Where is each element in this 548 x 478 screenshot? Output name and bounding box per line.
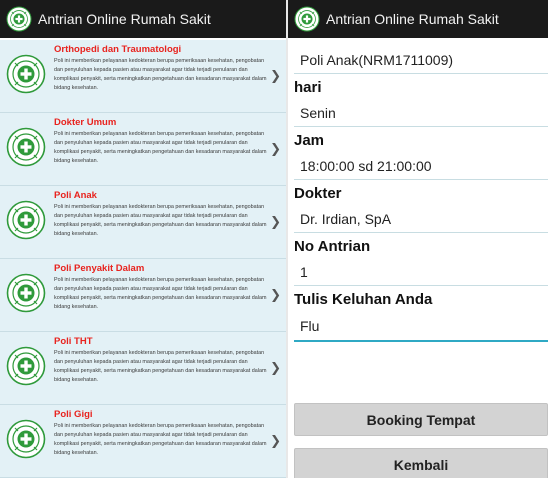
app-title: Antrian Online Rumah Sakit bbox=[38, 11, 211, 27]
poli-list: Orthopedi dan Traumatologi Poli ini memb… bbox=[0, 40, 286, 478]
poli-value: Poli Anak(NRM1711009) bbox=[294, 47, 548, 74]
chevron-right-icon: ❯ bbox=[270, 433, 281, 448]
keluhan-input[interactable]: Flu bbox=[294, 312, 548, 342]
hospital-logo-icon bbox=[6, 127, 46, 167]
booking-form-screen: Antrian Online Rumah Sakit Poli Anak(NRM… bbox=[288, 0, 548, 478]
poli-title: Poli THT bbox=[54, 336, 93, 347]
poli-list-item[interactable]: Poli Gigi Poli ini memberikan pelayanan … bbox=[0, 405, 286, 478]
dokter-value: Dr. Irdian, SpA bbox=[294, 206, 548, 233]
hospital-logo-icon bbox=[294, 6, 320, 32]
chevron-right-icon: ❯ bbox=[270, 214, 281, 229]
chevron-right-icon: ❯ bbox=[270, 360, 281, 375]
poli-title: Poli Anak bbox=[54, 190, 97, 201]
hospital-logo-icon bbox=[6, 273, 46, 313]
poli-title: Poli Gigi bbox=[54, 409, 93, 420]
kembali-button[interactable]: Kembali bbox=[294, 448, 548, 478]
poli-list-item[interactable]: Poli Anak Poli ini memberikan pelayanan … bbox=[0, 186, 286, 259]
chevron-right-icon: ❯ bbox=[270, 68, 281, 83]
hospital-logo-icon bbox=[6, 200, 46, 240]
hari-label: hari bbox=[294, 78, 322, 96]
booking-form: Poli Anak(NRM1711009) hari Senin Jam 18:… bbox=[288, 47, 548, 342]
app-bar: Antrian Online Rumah Sakit bbox=[0, 0, 286, 38]
chevron-right-icon: ❯ bbox=[270, 141, 281, 156]
chevron-right-icon: ❯ bbox=[270, 287, 281, 302]
poli-description: Poli ini memberikan pelayanan kedokteran… bbox=[54, 350, 267, 383]
poli-title: Dokter Umum bbox=[54, 117, 117, 128]
poli-description: Poli ini memberikan pelayanan kedokteran… bbox=[54, 423, 267, 456]
hospital-logo-icon bbox=[6, 419, 46, 459]
poli-list-screen: Antrian Online Rumah Sakit Orthopedi dan… bbox=[0, 0, 286, 478]
booking-button[interactable]: Booking Tempat bbox=[294, 403, 548, 436]
poli-title: Poli Penyakit Dalam bbox=[54, 263, 145, 274]
poli-title: Orthopedi dan Traumatologi bbox=[54, 44, 182, 55]
jam-value: 18:00:00 sd 21:00:00 bbox=[294, 153, 548, 180]
hospital-logo-icon bbox=[6, 346, 46, 386]
hari-value: Senin bbox=[294, 100, 548, 127]
hospital-logo-icon bbox=[6, 6, 32, 32]
poli-description: Poli ini memberikan pelayanan kedokteran… bbox=[54, 277, 267, 310]
dokter-label: Dokter bbox=[294, 184, 342, 202]
app-bar: Antrian Online Rumah Sakit bbox=[288, 0, 548, 38]
antrian-label: No Antrian bbox=[294, 237, 371, 255]
antrian-value: 1 bbox=[294, 259, 548, 286]
poli-description: Poli ini memberikan pelayanan kedokteran… bbox=[54, 58, 267, 91]
poli-description: Poli ini memberikan pelayanan kedokteran… bbox=[54, 204, 267, 237]
hospital-logo-icon bbox=[6, 54, 46, 94]
jam-label: Jam bbox=[294, 131, 325, 149]
keluhan-label: Tulis Keluhan Anda bbox=[294, 290, 433, 308]
poli-list-item[interactable]: Orthopedi dan Traumatologi Poli ini memb… bbox=[0, 40, 286, 113]
poli-list-item[interactable]: Poli THT Poli ini memberikan pelayanan k… bbox=[0, 332, 286, 405]
poli-list-item[interactable]: Poli Penyakit Dalam Poli ini memberikan … bbox=[0, 259, 286, 332]
app-title: Antrian Online Rumah Sakit bbox=[326, 11, 499, 27]
poli-list-item[interactable]: Dokter Umum Poli ini memberikan pelayana… bbox=[0, 113, 286, 186]
poli-description: Poli ini memberikan pelayanan kedokteran… bbox=[54, 131, 267, 164]
